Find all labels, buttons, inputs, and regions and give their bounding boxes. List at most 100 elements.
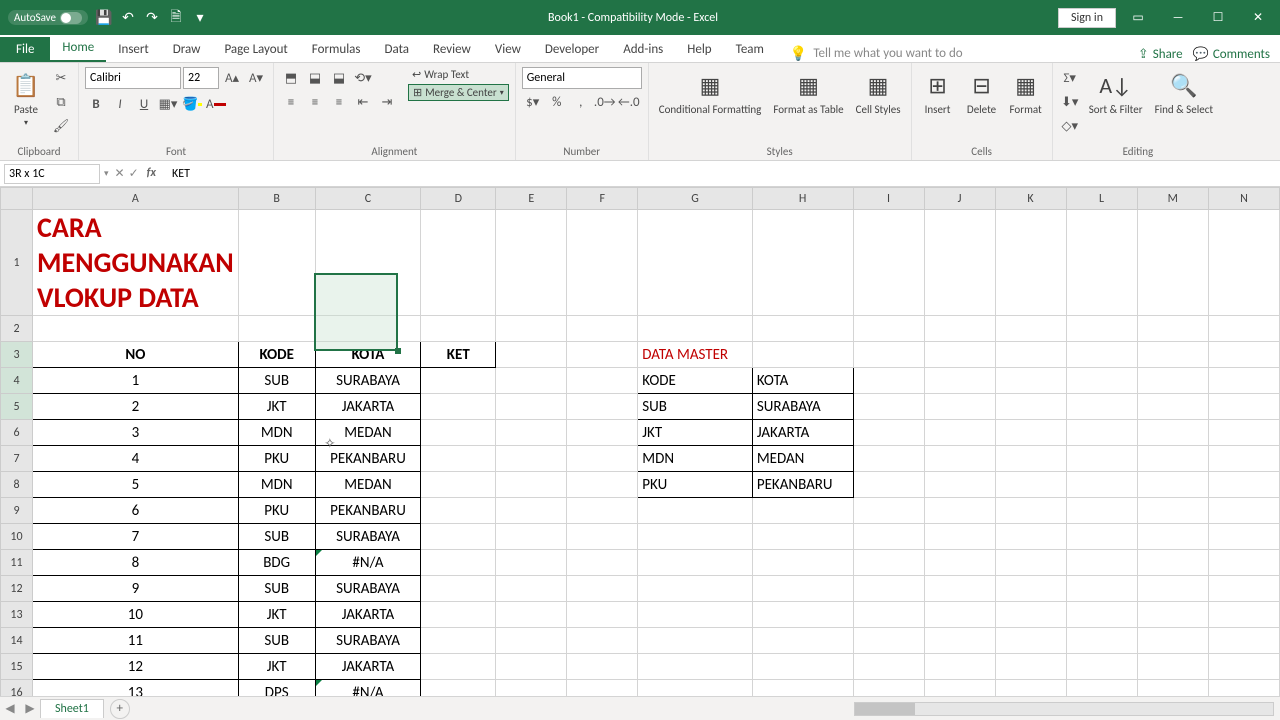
autosum-icon[interactable]: Σ▾ <box>1059 67 1081 89</box>
cell-H13[interactable] <box>752 602 853 628</box>
cell-H7[interactable]: MEDAN <box>752 446 853 472</box>
close-icon[interactable]: ✕ <box>1240 4 1276 32</box>
col-header-A[interactable]: A <box>33 188 239 210</box>
cell-D1[interactable] <box>421 210 496 316</box>
cell-H4[interactable]: KOTA <box>752 368 853 394</box>
cell-M16[interactable] <box>1137 680 1208 697</box>
cell-G13[interactable] <box>638 602 753 628</box>
cell-J1[interactable] <box>924 210 995 316</box>
tab-addins[interactable]: Add-ins <box>611 37 675 62</box>
cell-N9[interactable] <box>1208 498 1279 524</box>
tab-developer[interactable]: Developer <box>533 37 611 62</box>
cell-F4[interactable] <box>567 368 638 394</box>
cell-N6[interactable] <box>1208 420 1279 446</box>
cell-D11[interactable] <box>421 550 496 576</box>
cell-E6[interactable] <box>496 420 567 446</box>
cell-B14[interactable]: SUB <box>238 628 315 654</box>
cell-N7[interactable] <box>1208 446 1279 472</box>
cell-I7[interactable] <box>853 446 924 472</box>
cell-K5[interactable] <box>995 394 1066 420</box>
cell-K2[interactable] <box>995 316 1066 342</box>
cell-G14[interactable] <box>638 628 753 654</box>
cell-E5[interactable] <box>496 394 567 420</box>
cell-A1[interactable]: CARA MENGGUNAKAN VLOKUP DATA <box>33 210 239 316</box>
cell-N12[interactable] <box>1208 576 1279 602</box>
cell-L3[interactable] <box>1066 342 1137 368</box>
cell-E11[interactable] <box>496 550 567 576</box>
cell-D13[interactable] <box>421 602 496 628</box>
cell-K7[interactable] <box>995 446 1066 472</box>
cell-N5[interactable] <box>1208 394 1279 420</box>
row-header-7[interactable]: 7 <box>1 446 33 472</box>
cell-A2[interactable] <box>33 316 239 342</box>
cell-I12[interactable] <box>853 576 924 602</box>
cell-K11[interactable] <box>995 550 1066 576</box>
cell-F10[interactable] <box>567 524 638 550</box>
fill-color-icon[interactable]: 🪣 <box>181 93 203 115</box>
cell-L1[interactable] <box>1066 210 1137 316</box>
cell-B1[interactable] <box>238 210 315 316</box>
col-header-H[interactable]: H <box>752 188 853 210</box>
cell-F3[interactable] <box>567 342 638 368</box>
cell-H2[interactable] <box>752 316 853 342</box>
cell-M11[interactable] <box>1137 550 1208 576</box>
cell-J15[interactable] <box>924 654 995 680</box>
cell-H3[interactable] <box>752 342 853 368</box>
find-select-button[interactable]: 🔍Find & Select <box>1151 67 1217 118</box>
cell-C8[interactable]: MEDAN <box>315 472 421 498</box>
save-icon[interactable]: 💾 <box>96 10 112 26</box>
cell-H12[interactable] <box>752 576 853 602</box>
col-header-C[interactable]: C <box>315 188 421 210</box>
cell-K15[interactable] <box>995 654 1066 680</box>
cell-B3[interactable]: KODE <box>238 342 315 368</box>
row-header-4[interactable]: 4 <box>1 368 33 394</box>
cell-I6[interactable] <box>853 420 924 446</box>
cell-D9[interactable] <box>421 498 496 524</box>
format-as-table-button[interactable]: ▦Format as Table <box>769 67 847 118</box>
cell-B16[interactable]: DPS <box>238 680 315 697</box>
cell-L8[interactable] <box>1066 472 1137 498</box>
format-painter-icon[interactable]: 🖌 <box>50 115 72 137</box>
cell-L10[interactable] <box>1066 524 1137 550</box>
cell-A7[interactable]: 4 <box>33 446 239 472</box>
cell-B10[interactable]: SUB <box>238 524 315 550</box>
align-middle-icon[interactable]: ⬓ <box>304 67 326 89</box>
cell-I15[interactable] <box>853 654 924 680</box>
worksheet-grid[interactable]: ABCDEFGHIJKLMN1CARA MENGGUNAKAN VLOKUP D… <box>0 187 1280 696</box>
cell-F6[interactable] <box>567 420 638 446</box>
cell-A4[interactable]: 1 <box>33 368 239 394</box>
cell-K1[interactable] <box>995 210 1066 316</box>
cell-D3[interactable]: KET <box>421 342 496 368</box>
cell-G5[interactable]: SUB <box>638 394 753 420</box>
cell-F16[interactable] <box>567 680 638 697</box>
paste-button[interactable]: 📋 Paste ▾ <box>6 67 46 130</box>
delete-cells-button[interactable]: ⊟Delete <box>962 67 1002 118</box>
cell-I16[interactable] <box>853 680 924 697</box>
cell-D8[interactable] <box>421 472 496 498</box>
row-header-11[interactable]: 11 <box>1 550 33 576</box>
col-header-J[interactable]: J <box>924 188 995 210</box>
cell-K8[interactable] <box>995 472 1066 498</box>
cell-A13[interactable]: 10 <box>33 602 239 628</box>
tab-draw[interactable]: Draw <box>161 37 213 62</box>
cell-C10[interactable]: SURABAYA <box>315 524 421 550</box>
undo-icon[interactable]: ↶ <box>120 10 136 26</box>
tellme-search[interactable]: 💡 Tell me what you want to do <box>776 45 1138 62</box>
cell-E16[interactable] <box>496 680 567 697</box>
cell-A8[interactable]: 5 <box>33 472 239 498</box>
cell-E13[interactable] <box>496 602 567 628</box>
cell-F5[interactable] <box>567 394 638 420</box>
tab-review[interactable]: Review <box>421 37 483 62</box>
cell-B13[interactable]: JKT <box>238 602 315 628</box>
cell-J12[interactable] <box>924 576 995 602</box>
cell-M7[interactable] <box>1137 446 1208 472</box>
cell-C2[interactable] <box>315 316 421 342</box>
cell-D10[interactable] <box>421 524 496 550</box>
cell-K16[interactable] <box>995 680 1066 697</box>
sheet-nav-prev-icon[interactable]: ◀ <box>0 701 20 716</box>
cell-A12[interactable]: 9 <box>33 576 239 602</box>
redo-icon[interactable]: ↷ <box>144 10 160 26</box>
cell-D12[interactable] <box>421 576 496 602</box>
cell-H14[interactable] <box>752 628 853 654</box>
cell-B5[interactable]: JKT <box>238 394 315 420</box>
